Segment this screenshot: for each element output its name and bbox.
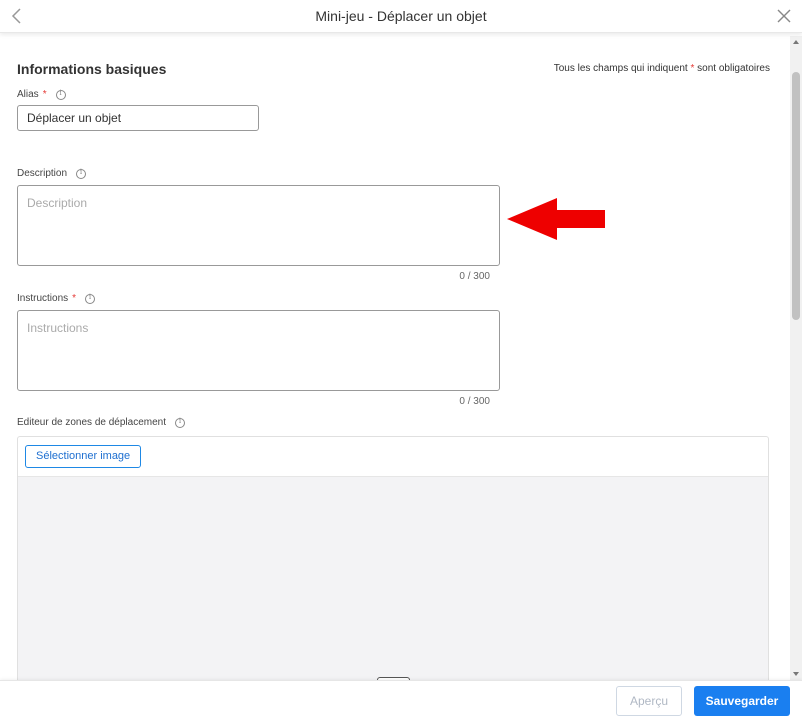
save-button[interactable]: Sauvegarder [694,686,790,716]
scroll-up-arrow[interactable] [793,40,799,44]
required-fields-note: Tous les champs qui indiquent * sont obl… [554,63,770,74]
description-placeholder: Description [27,196,88,210]
section-title: Informations basiques [17,61,167,77]
required-star: * [690,63,695,74]
instructions-label: Instructions [17,293,69,304]
info-icon[interactable] [76,168,87,179]
modal: Mini-jeu - Déplacer un objet Information… [0,0,802,720]
select-image-button[interactable]: Sélectionner image [25,445,142,468]
info-icon[interactable] [85,293,96,304]
scroll-down-arrow[interactable] [793,672,799,676]
editor-label-row: Editeur de zones de déplacement [17,417,185,428]
instructions-label-row: Instructions * [17,293,96,304]
instructions-textarea[interactable]: Instructions [17,310,500,391]
description-textarea[interactable]: Description [17,185,500,266]
alias-input[interactable]: Déplacer un objet [17,105,259,131]
scrollbar[interactable] [790,36,802,680]
instructions-required-star: * [72,293,77,304]
alias-required-star: * [42,89,47,100]
instructions-placeholder: Instructions [27,321,89,335]
editor-toolbar: Sélectionner image [18,437,768,477]
red-arrow-annotation [507,198,605,240]
drag-zone-editor: Sélectionner image [17,436,769,686]
alias-label: Alias [17,89,39,100]
info-icon[interactable] [175,417,185,428]
modal-header: Mini-jeu - Déplacer un objet [0,0,802,33]
scrollbar-thumb[interactable] [792,72,800,320]
required-note-prefix: Tous les champs qui indiquent [553,63,688,74]
description-char-counter: 0 / 300 [459,271,490,282]
description-label: Description [17,168,68,179]
description-label-row: Description [17,168,87,179]
required-note-suffix: sont obligatoires [697,63,770,74]
instructions-char-counter: 0 / 300 [459,396,490,407]
close-icon[interactable] [776,7,792,25]
editor-canvas[interactable] [18,477,768,685]
modal-footer: Aperçu Sauvegarder [0,680,802,720]
preview-button[interactable]: Aperçu [616,686,682,716]
info-icon[interactable] [55,89,66,100]
alias-label-row: Alias * [17,89,66,100]
editor-label: Editeur de zones de déplacement [17,417,166,428]
modal-title: Mini-jeu - Déplacer un objet [315,8,487,24]
